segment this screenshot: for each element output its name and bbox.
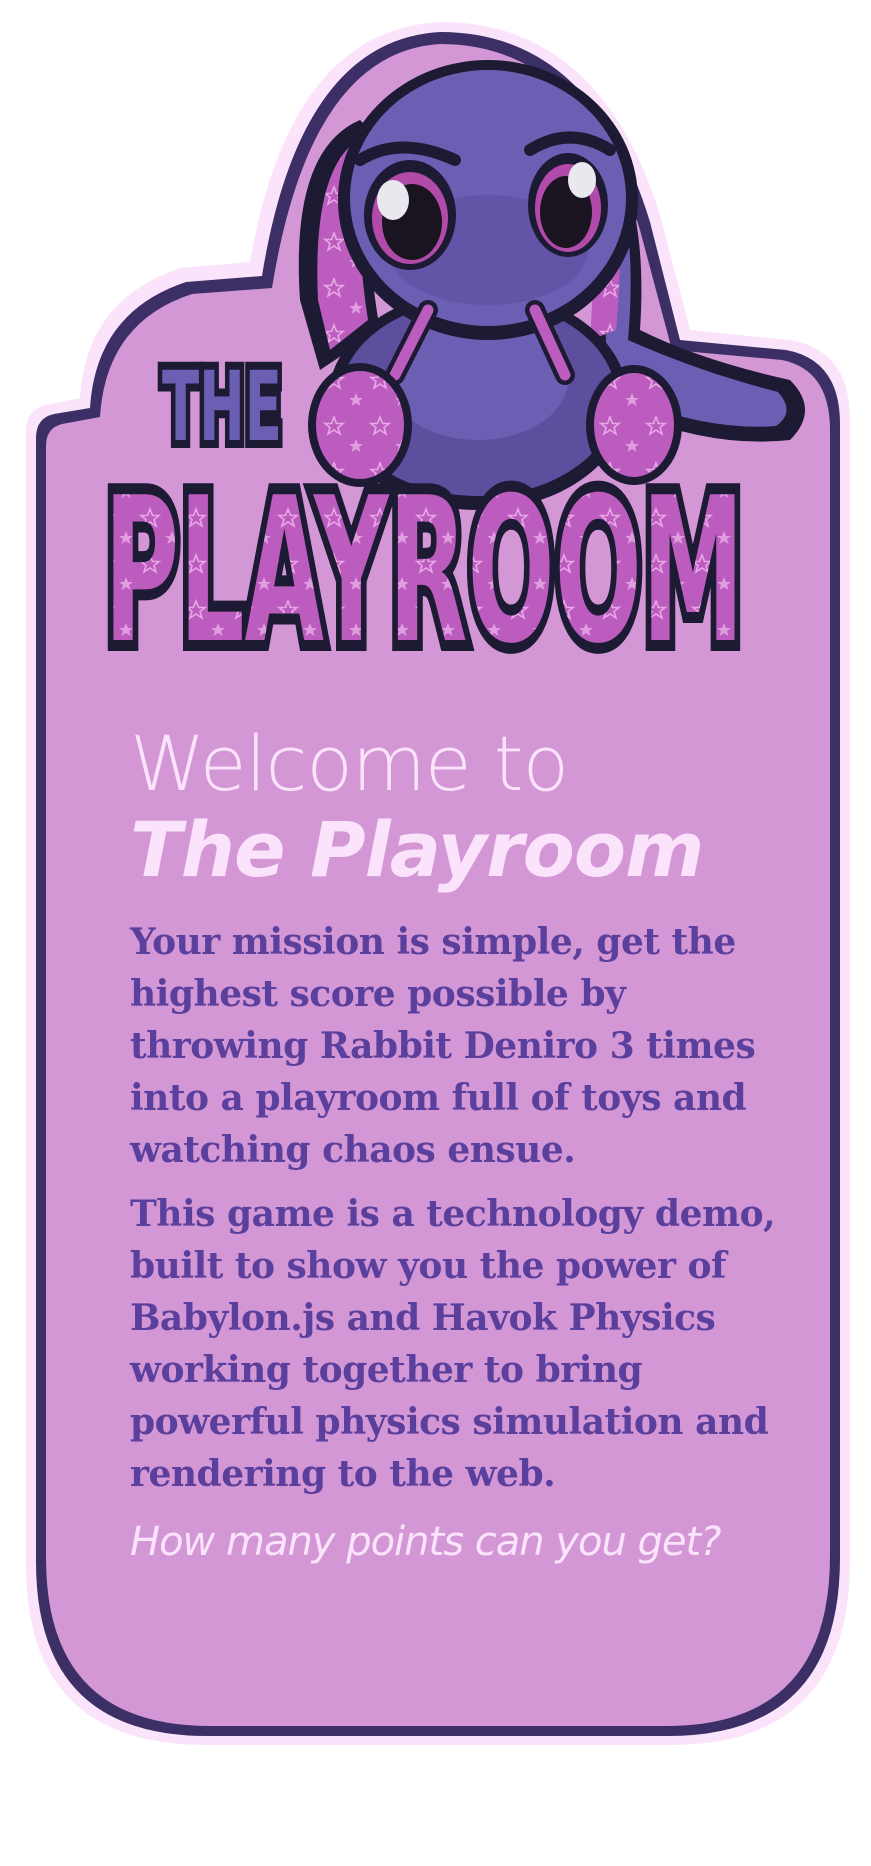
tech-demo-paragraph: This game is a technology demo, built to… (130, 1193, 776, 1495)
mission-paragraph: Your mission is simple, get the highest … (130, 921, 756, 1171)
welcome-line: Welcome to (130, 719, 569, 808)
welcome-heading: Welcome to The Playroom (130, 722, 810, 894)
game-title: The Playroom (130, 805, 704, 894)
points-question: How many points can you get? (130, 1519, 721, 1565)
logo-playroom-text: PLAYROOM (104, 455, 744, 688)
logo-the-text: THE (162, 351, 282, 463)
